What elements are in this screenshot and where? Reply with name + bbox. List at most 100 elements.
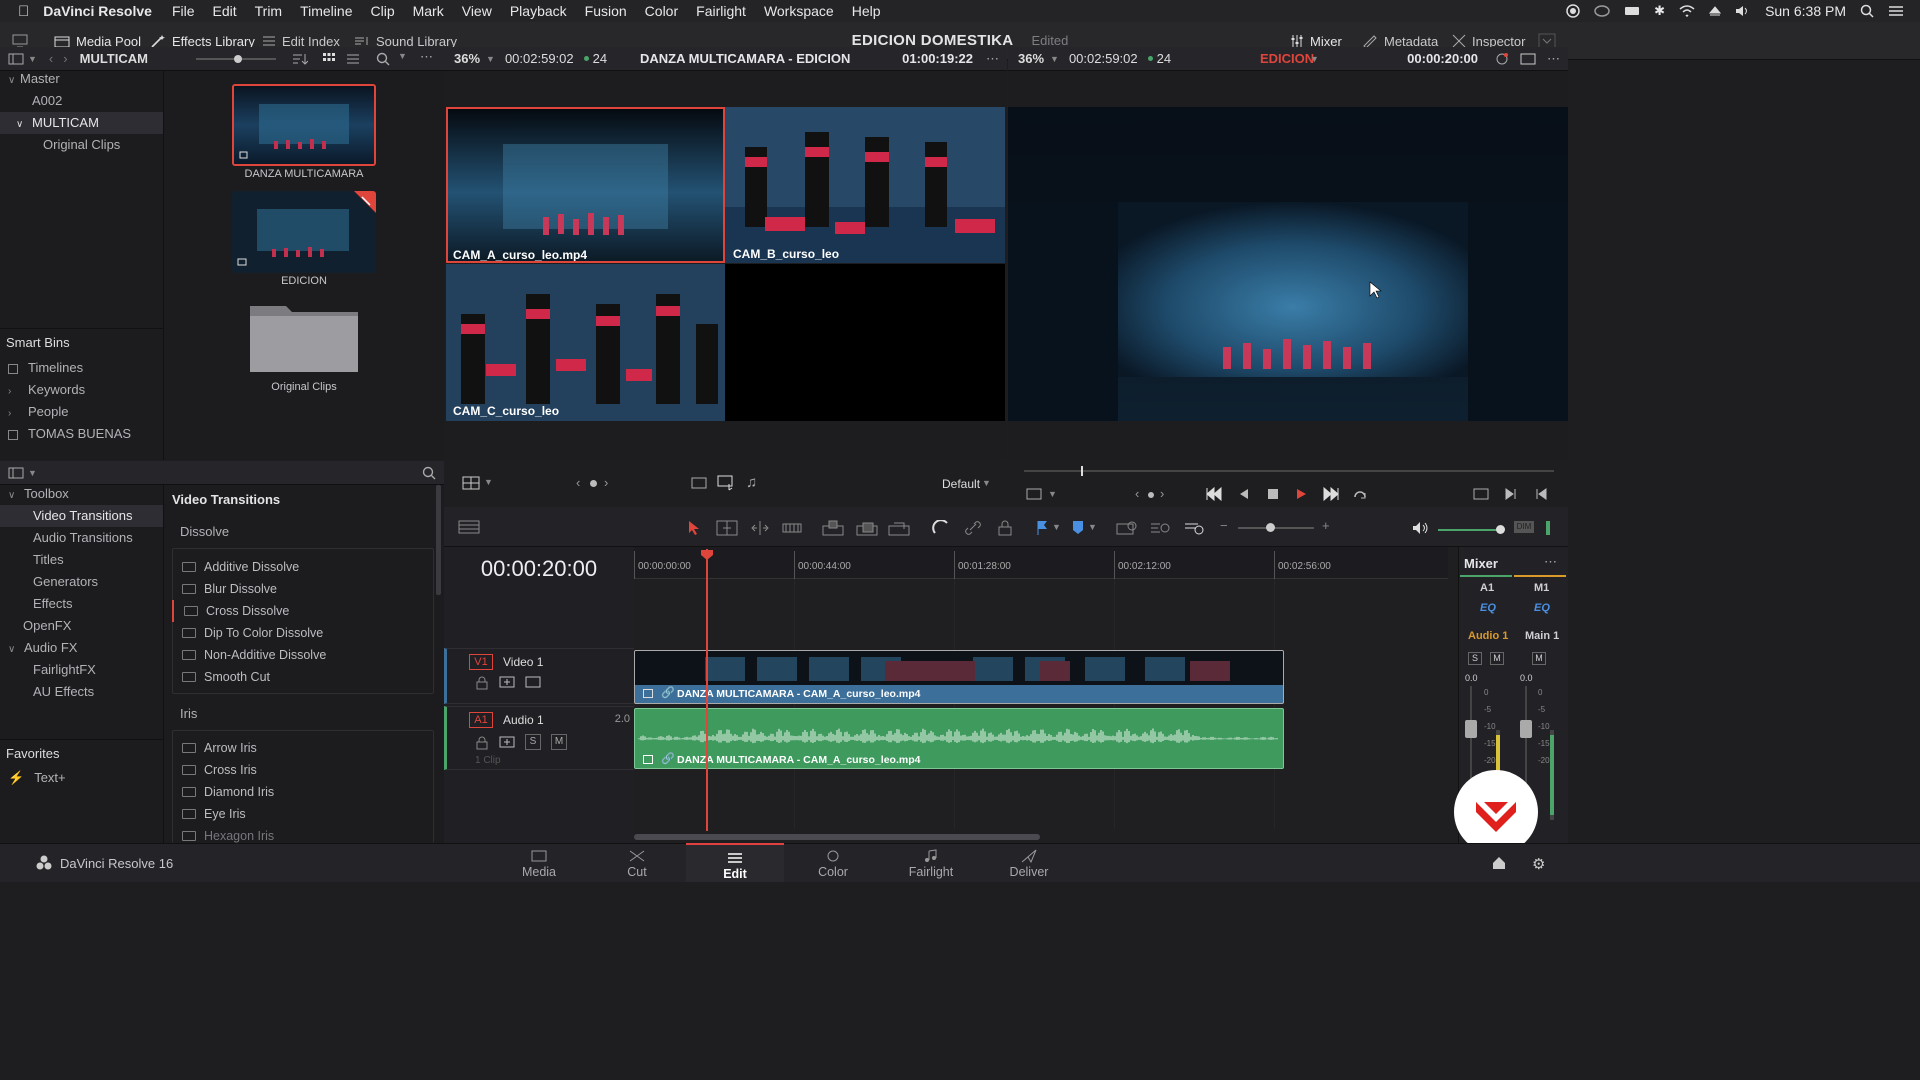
mute-button[interactable]: M [551,734,567,750]
list-view-icon[interactable] [346,52,360,66]
video-only-icon[interactable] [691,476,707,490]
zoom-custom-icon[interactable] [1184,520,1206,536]
angle-b-viewer[interactable]: CAM_B_curso_leo [725,107,1005,263]
playhead-handle[interactable] [700,549,714,561]
fx-item[interactable]: Non-Additive Dissolve [172,644,434,666]
prev-angle-icon[interactable]: ‹ [576,475,580,490]
match-frame-icon[interactable] [1473,488,1489,500]
menu-edit[interactable]: Edit [213,3,237,19]
solo-button[interactable]: S [1468,652,1482,665]
chevron-right-icon[interactable]: › [8,381,20,403]
fx-au-effects[interactable]: AU Effects [0,681,163,703]
fader-a1[interactable] [1465,720,1477,738]
viewer-mode-icon[interactable] [1520,52,1536,66]
fx-item[interactable]: Eye Iris [172,803,434,825]
speaker-icon[interactable] [1412,521,1430,535]
search-icon[interactable] [376,52,390,66]
clip-thumbnail-danza-multicamara[interactable] [232,84,376,166]
track-name-a1[interactable]: Audio 1 [503,713,544,727]
search-icon[interactable] [422,466,436,480]
scrubber-bar[interactable] [1024,470,1554,472]
trim-tool-icon[interactable] [716,520,738,536]
fx-generators[interactable]: Generators [0,571,163,593]
thumb-size-slider[interactable] [196,55,276,63]
menu-file[interactable]: File [172,3,195,19]
more-options-icon[interactable]: ⋯ [1544,554,1557,570]
clock[interactable]: Sun 6:38 PM [1765,3,1846,19]
forward-icon[interactable]: › [63,51,67,66]
more-options-icon[interactable]: ⋯ [986,51,999,67]
menu-playback[interactable]: Playback [510,3,567,19]
fx-audio-transitions[interactable]: Audio Transitions [0,527,163,549]
page-tab-media[interactable]: Media [490,843,588,882]
more-options-icon[interactable]: ⋯ [1547,51,1560,67]
auto-select-icon[interactable] [499,736,515,748]
program-monitor[interactable] [1008,107,1568,421]
clip-thumbnail-edicion[interactable] [232,191,376,273]
smart-bin-tomas-buenas[interactable]: TOMAS BUENAS [0,423,163,445]
dynamic-trim-icon[interactable] [750,520,770,536]
zoom-in-icon[interactable]: + [1322,518,1330,533]
chevron-down-icon[interactable]: ▼ [28,54,37,64]
next-edit-icon[interactable] [1505,488,1517,500]
page-tab-deliver[interactable]: Deliver [980,843,1078,882]
favorite-text-plus[interactable]: ⚡ Text+ [0,767,163,789]
back-icon[interactable]: ‹ [49,51,53,66]
menu-help[interactable]: Help [852,3,881,19]
replace-clip-icon[interactable] [888,520,910,536]
timeline-ruler[interactable]: 00:00:00:00 00:00:44:00 00:01:28:00 00:0… [634,547,1448,579]
chevron-right-icon[interactable]: › [8,403,20,425]
play-icon[interactable] [1295,488,1307,500]
chevron-down-icon[interactable]: ▼ [398,51,407,61]
timeline-scrollbar[interactable] [634,834,1040,840]
chevron-down-icon[interactable]: ▼ [1048,489,1057,499]
playhead[interactable] [706,549,708,831]
menu-fairlight[interactable]: Fairlight [696,3,746,19]
zoom-level[interactable]: 36% [1018,51,1044,66]
effects-scrollbar[interactable] [436,485,441,595]
mute-button[interactable]: M [1490,652,1504,665]
zoom-full-icon[interactable] [1116,520,1138,536]
menu-workspace[interactable]: Workspace [764,3,834,19]
angle-a-viewer[interactable]: CAM_A_curso_leo.mp4 [446,107,725,263]
safe-area-icon[interactable] [1026,488,1042,500]
video-audio-icon[interactable] [717,475,735,491]
solo-button[interactable]: S [525,734,541,750]
page-tab-cut[interactable]: Cut [588,843,686,882]
sync-icon[interactable] [1494,51,1510,67]
track-visibility-icon[interactable] [525,676,541,688]
wifi-icon[interactable] [1679,5,1695,17]
sort-icon[interactable] [292,52,308,66]
next-icon[interactable]: › [1160,486,1164,501]
lock-icon[interactable] [998,520,1012,536]
bin-multicam[interactable]: ∨ MULTICAM [0,112,163,134]
blade-tool-icon[interactable] [782,520,802,536]
next-angle-icon[interactable]: › [604,475,608,490]
page-tab-fairlight[interactable]: Fairlight [882,843,980,882]
go-to-start-icon[interactable] [1205,487,1223,501]
fx-item[interactable]: Arrow Iris [172,737,434,759]
chevron-down-icon[interactable]: ∨ [8,70,20,92]
chevron-down-icon[interactable]: ▼ [1088,522,1097,532]
mute-button[interactable]: M [1532,652,1546,665]
timeline-timecode[interactable]: 00:00:20:00 [444,556,634,582]
fx-item[interactable]: Diamond Iris [172,781,434,803]
fx-item[interactable]: Dip To Color Dissolve [172,622,434,644]
chevron-down-icon[interactable]: ▼ [1052,522,1061,532]
bin-original-clips[interactable]: Original Clips [0,134,163,156]
chevron-down-icon[interactable]: ∨ [8,639,20,661]
more-options-icon[interactable]: ⋯ [420,49,433,65]
multicam-layout-icon[interactable] [462,476,480,490]
smart-bin-timelines[interactable]: Timelines [0,357,163,379]
auto-select-icon[interactable] [499,676,515,688]
zoom-out-icon[interactable]: − [1220,518,1228,533]
selection-tool-icon[interactable] [688,520,700,536]
fx-effects[interactable]: Effects [0,593,163,615]
spotlight-icon[interactable] [1860,4,1874,18]
snapping-icon[interactable] [932,520,950,536]
volume-slider[interactable] [1438,525,1505,534]
folder-original-clips[interactable] [246,298,362,376]
track-tag-v1[interactable]: V1 [469,654,493,670]
eq-button[interactable]: EQ [1480,602,1496,614]
flag-icon[interactable] [1036,520,1048,536]
